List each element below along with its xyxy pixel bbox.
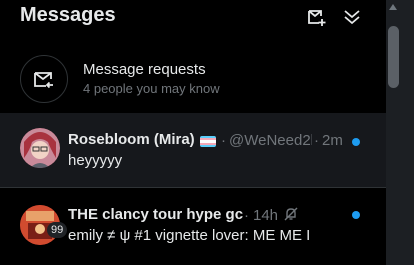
group-member-count-badge: 99 — [47, 222, 68, 238]
messages-panel: Messages Message requests 4 people you m… — [0, 0, 386, 265]
conversation-separator: · — [244, 207, 249, 224]
scroll-up-arrow-icon[interactable] — [389, 4, 397, 10]
page-title: Messages — [20, 4, 116, 26]
message-requests-subtitle: 4 people you may know — [83, 81, 220, 96]
unread-indicator — [352, 211, 360, 219]
conversation-time: 14h — [253, 207, 279, 224]
conversation-item[interactable]: Rosebloom (Mira) · @WeNeed2l · 2m heyyyy… — [0, 113, 386, 187]
conversation-separator: · — [314, 132, 319, 149]
message-request-icon — [34, 72, 53, 89]
scrollbar[interactable] — [386, 0, 414, 265]
conversation-name: THE clancy tour hype gc — [68, 206, 244, 223]
conversation-snippet: heyyyyy — [68, 152, 123, 169]
conversation-separator: · — [221, 132, 226, 149]
trans-flag-icon — [200, 136, 216, 147]
messages-header: Messages — [0, 0, 386, 40]
message-requests-label: Message requests — [83, 61, 206, 78]
conversation-time: 2m — [322, 132, 343, 149]
muted-bell-icon — [283, 206, 299, 227]
divider — [0, 187, 386, 188]
scrollbar-thumb[interactable] — [388, 26, 399, 88]
conversation-name: Rosebloom (Mira) — [68, 131, 195, 148]
new-message-icon[interactable] — [306, 6, 328, 28]
message-request-icon-circle — [20, 55, 68, 103]
chevrons-down-icon[interactable] — [341, 6, 363, 28]
avatar — [20, 128, 60, 168]
conversation-handle: @WeNeed2l — [229, 132, 312, 149]
conversation-snippet: emily ≠ ψ #1 vignette lover: ME ME I — [68, 227, 311, 244]
unread-indicator — [352, 138, 360, 146]
message-requests-row[interactable]: Message requests 4 people you may know — [0, 46, 386, 110]
